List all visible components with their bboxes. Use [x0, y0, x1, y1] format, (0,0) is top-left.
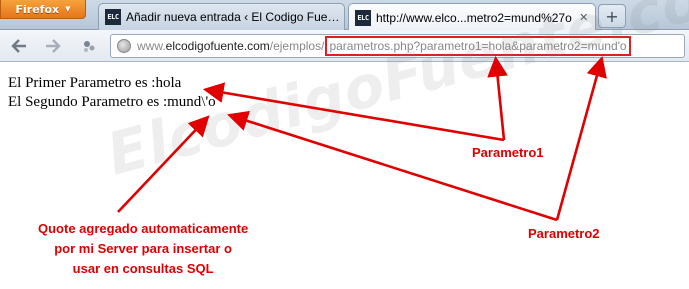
annotation-quote-note: Quote agregado automaticamente por mi Se…	[38, 219, 248, 279]
quote-note-line: usar en consultas SQL	[72, 261, 214, 276]
site-favicon-icon: ELC	[355, 9, 371, 26]
back-arrow-icon[interactable]	[8, 36, 30, 56]
firefox-menu-label: Firefox	[15, 2, 60, 16]
url-prefix: www.	[137, 39, 166, 53]
tab-title: Añadir nueva entrada ‹ El Codigo Fue…	[126, 10, 340, 24]
site-favicon-icon: ELC	[105, 9, 121, 25]
quote-note-line: por mi Server para insertar o	[54, 241, 232, 256]
annotation-parametro2: Parametro2	[528, 226, 600, 241]
firefox-menu-button[interactable]: Firefox ▼	[0, 0, 86, 19]
annotation-parametro1: Parametro1	[472, 145, 544, 160]
tab-nueva-entrada[interactable]: ELC Añadir nueva entrada ‹ El Codigo Fue…	[98, 3, 345, 30]
url-path: /ejemplos/	[269, 39, 325, 53]
forward-arrow-icon[interactable]	[42, 36, 64, 56]
first-parameter-text: El Primer Parametro es :hola	[8, 75, 182, 91]
second-parameter-text: El Segundo Parametro es :mund\'o	[8, 94, 216, 110]
url-host: elcodigofuente.com	[165, 39, 270, 53]
addon-icon[interactable]	[78, 36, 100, 56]
chevron-down-icon: ▼	[65, 5, 71, 13]
quote-note-line: Quote agregado automaticamente	[38, 221, 249, 236]
globe-icon	[117, 39, 131, 53]
